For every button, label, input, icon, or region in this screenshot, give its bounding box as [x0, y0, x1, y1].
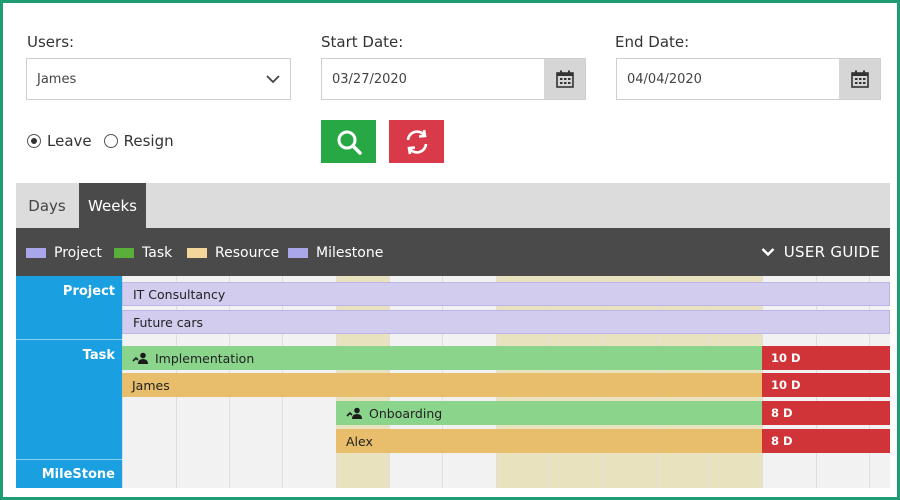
- refresh-button[interactable]: [389, 120, 444, 163]
- legend-resource: Resource: [187, 245, 279, 261]
- row-header-task: Task: [82, 348, 115, 363]
- start-date-value: 03/27/2020: [332, 72, 407, 87]
- start-date-field[interactable]: 03/27/2020: [321, 58, 586, 100]
- duration-badge: 10 D: [762, 346, 890, 370]
- gantt-app: Users: James Start Date: 03/27/2020 End …: [0, 0, 900, 500]
- calendar-icon: [555, 70, 574, 88]
- end-date-field[interactable]: 04/04/2020: [616, 58, 881, 100]
- task-bar[interactable]: Implementation: [122, 346, 762, 370]
- project-bar-label: Future cars: [133, 314, 203, 330]
- view-tabs: Days Weeks: [16, 183, 890, 228]
- duration-badge: 8 D: [762, 429, 890, 453]
- users-select-value: James: [37, 72, 77, 87]
- resource-bar-label: James: [132, 377, 170, 393]
- start-date-label: Start Date:: [321, 33, 404, 51]
- radio-resign-indicator[interactable]: [103, 134, 118, 148]
- team-icon: [346, 407, 364, 419]
- row-header-milestone: MileStone: [41, 467, 115, 482]
- timeline-grid: IT Consultancy Future cars Implementatio…: [122, 276, 890, 488]
- row-header-project: Project: [62, 284, 115, 299]
- legend-task: Task: [114, 245, 172, 261]
- user-guide-toggle[interactable]: USER GUIDE: [761, 243, 880, 261]
- search-icon: [337, 130, 362, 155]
- task-bar[interactable]: Onboarding: [336, 401, 762, 425]
- end-date-value: 04/04/2020: [627, 72, 702, 87]
- chevron-down-icon: [761, 248, 775, 257]
- legend-resource-swatch: [187, 248, 207, 258]
- legend-milestone: Milestone: [288, 245, 383, 261]
- legend-task-label: Task: [142, 245, 173, 261]
- row-divider: [16, 459, 122, 460]
- legend-bar: Project Task Resource Milestone USER GUI…: [16, 228, 890, 276]
- refresh-icon: [406, 129, 427, 154]
- radio-leave-indicator[interactable]: [27, 134, 41, 148]
- tab-weeks[interactable]: Weeks: [79, 183, 146, 228]
- team-icon: [132, 352, 150, 364]
- resource-bar[interactable]: James: [122, 373, 762, 397]
- project-bar[interactable]: IT Consultancy: [122, 282, 890, 306]
- radio-resign[interactable]: Resign: [103, 132, 174, 150]
- duration-badge: 8 D: [762, 401, 890, 425]
- legend-milestone-swatch: [288, 248, 308, 258]
- users-label: Users:: [27, 33, 75, 51]
- project-bar-label: IT Consultancy: [133, 286, 226, 302]
- task-bar-label: Onboarding: [369, 405, 443, 421]
- chevron-down-icon: [266, 75, 280, 84]
- legend-project-swatch: [26, 248, 46, 258]
- duration-badge: 10 D: [762, 373, 890, 397]
- user-guide-label: USER GUIDE: [783, 243, 880, 261]
- legend-project-label: Project: [54, 245, 102, 261]
- row-header-column: Project Task MileStone: [16, 276, 122, 488]
- task-bar-label: Implementation: [155, 350, 255, 366]
- row-divider: [16, 339, 122, 340]
- project-bar[interactable]: Future cars: [122, 310, 890, 334]
- radio-leave[interactable]: Leave: [27, 132, 92, 150]
- search-button[interactable]: [321, 120, 376, 163]
- calendar-icon: [850, 70, 869, 88]
- legend-task-swatch: [114, 248, 134, 258]
- users-select[interactable]: James: [26, 58, 291, 100]
- tab-days[interactable]: Days: [16, 183, 78, 228]
- resource-bar-label: Alex: [346, 433, 373, 449]
- type-radio-group: Leave Resign: [27, 132, 186, 150]
- legend-project: Project: [26, 245, 102, 261]
- resource-bar[interactable]: Alex: [336, 429, 762, 453]
- radio-leave-label: Leave: [47, 132, 92, 150]
- legend-resource-label: Resource: [215, 245, 280, 261]
- radio-resign-label: Resign: [123, 132, 174, 150]
- start-date-calendar-button[interactable]: [544, 59, 585, 99]
- end-date-calendar-button[interactable]: [839, 59, 880, 99]
- legend-milestone-label: Milestone: [316, 245, 384, 261]
- end-date-label: End Date:: [615, 33, 690, 51]
